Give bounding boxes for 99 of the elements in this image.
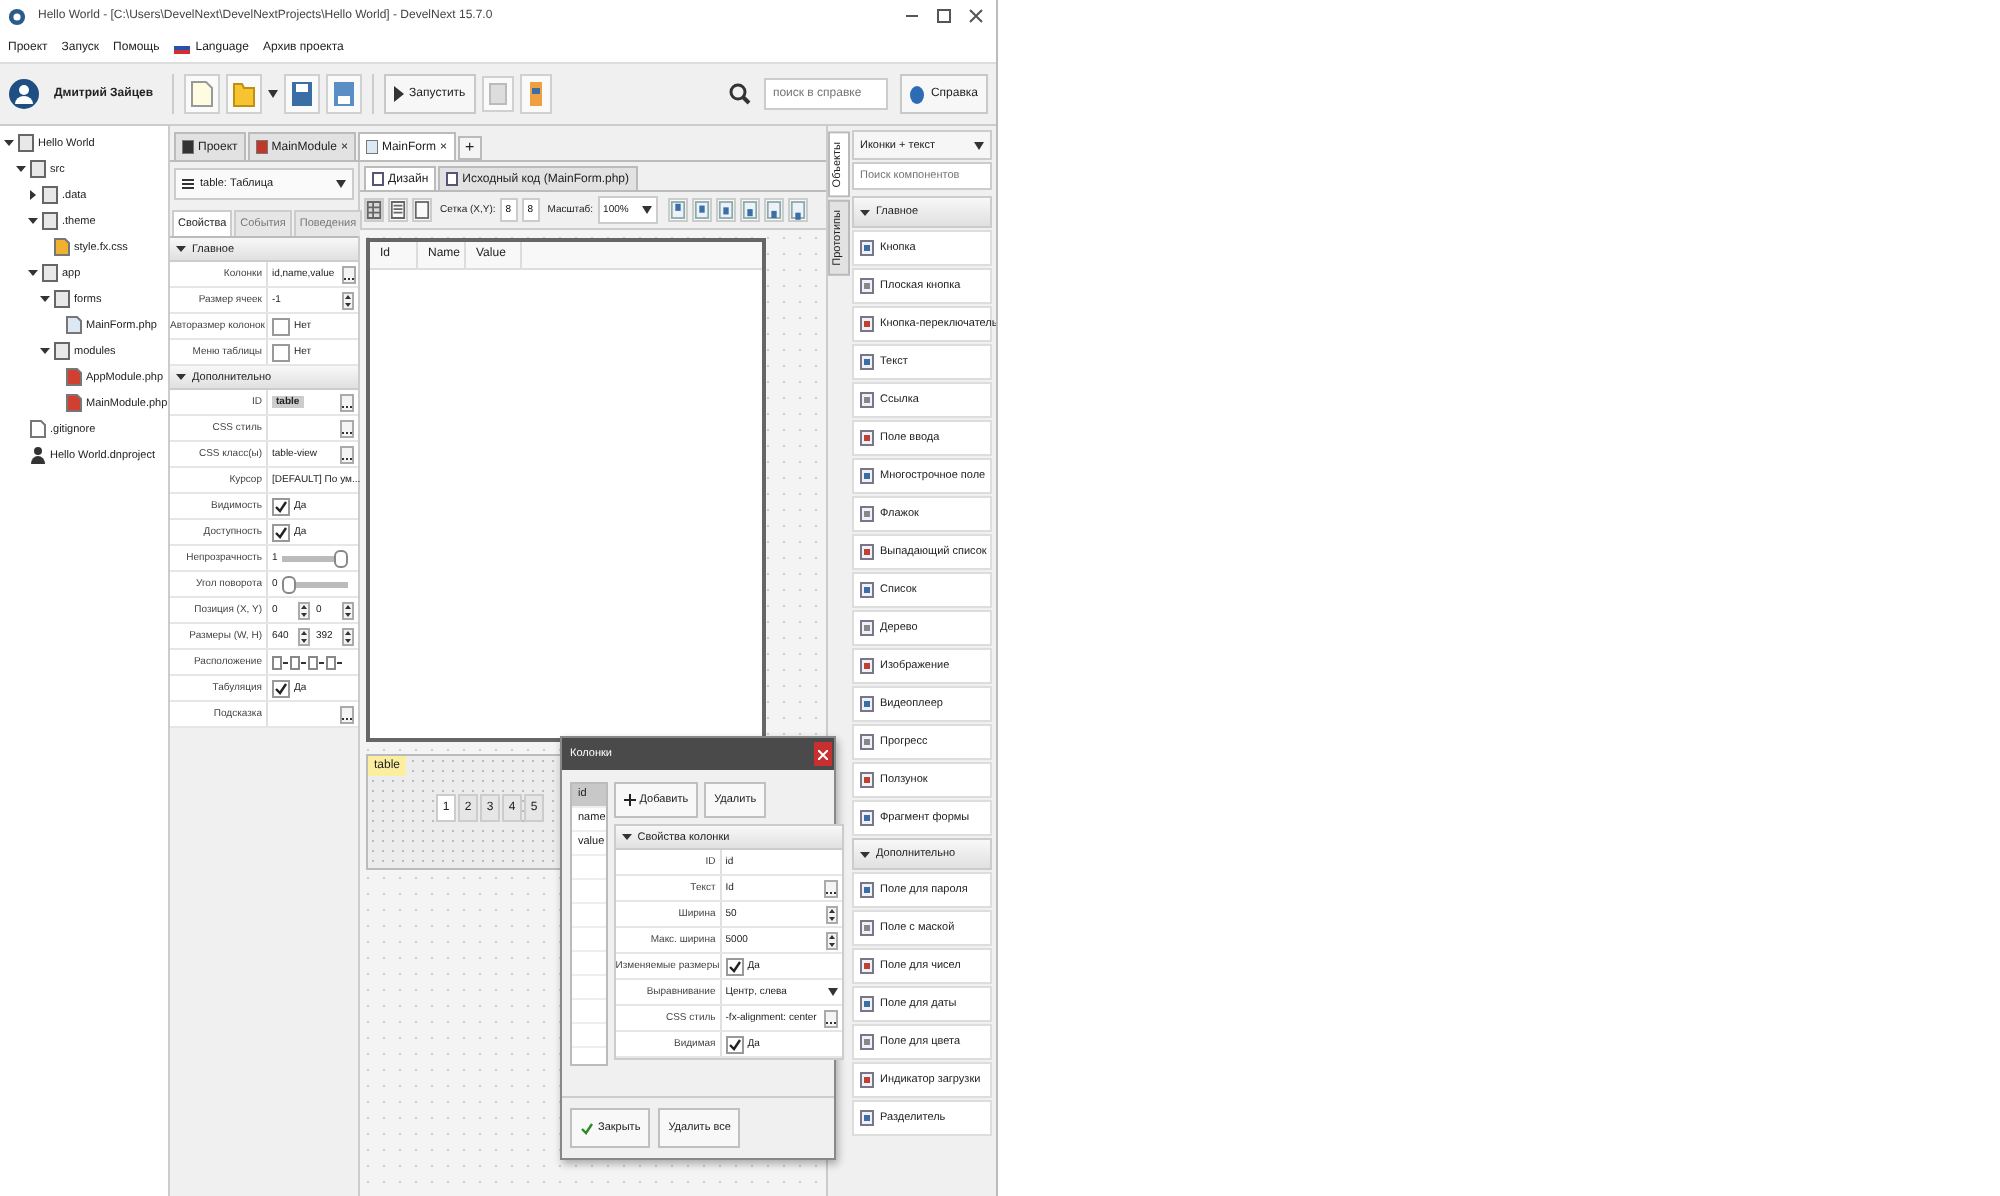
add-tab-button[interactable]: + — [457, 136, 483, 160]
component-icon — [860, 1072, 874, 1088]
person-icon — [30, 446, 46, 464]
slider-track[interactable] — [281, 575, 348, 593]
component-icon — [860, 882, 874, 898]
file-icon — [54, 238, 70, 256]
frame-icon[interactable] — [412, 198, 432, 222]
slider-thumb[interactable] — [334, 549, 348, 567]
expand-arrow-icon[interactable] — [28, 190, 38, 200]
component-icon — [860, 810, 874, 826]
caret-icon — [974, 141, 984, 149]
expand-arrow-icon — [621, 832, 632, 842]
spinner-icon[interactable] — [826, 905, 839, 923]
component-icon — [860, 544, 874, 560]
save-all-icon[interactable] — [325, 74, 362, 114]
spinner-icon[interactable] — [342, 627, 354, 645]
avatar-icon — [8, 78, 40, 110]
checkbox[interactable] — [272, 679, 290, 697]
ellipsis-button[interactable] — [340, 419, 354, 437]
slider-track[interactable] — [281, 549, 348, 567]
spinner-icon[interactable] — [298, 627, 310, 645]
check-icon — [727, 1037, 742, 1051]
spinner-icon[interactable] — [298, 601, 310, 619]
tab-icon — [365, 140, 378, 154]
component-icon — [860, 506, 874, 522]
check-icon — [274, 681, 288, 695]
spinner-icon[interactable] — [342, 601, 354, 619]
checkbox[interactable] — [272, 523, 290, 541]
ellipsis-button[interactable] — [824, 879, 839, 897]
expand-arrow-icon[interactable] — [40, 294, 50, 304]
ellipsis-button[interactable] — [342, 265, 357, 283]
component-icon — [860, 696, 874, 712]
expand-arrow-icon[interactable] — [40, 346, 50, 356]
component-icon — [860, 734, 874, 750]
expand-arrow-icon[interactable] — [16, 164, 26, 174]
align-icon[interactable] — [787, 198, 808, 222]
close-icon — [818, 749, 828, 759]
checkbox[interactable] — [272, 343, 290, 361]
component-icon — [860, 240, 874, 256]
slider-thumb[interactable] — [281, 575, 296, 593]
component-icon — [860, 772, 874, 788]
document-icon — [372, 172, 384, 186]
maximize-icon[interactable] — [936, 8, 952, 24]
ellipsis-button[interactable] — [340, 705, 354, 723]
component-icon — [860, 658, 874, 674]
component-icon — [860, 430, 874, 446]
check-icon — [580, 1121, 594, 1135]
folder-icon — [54, 342, 70, 360]
expand-arrow-icon[interactable] — [4, 138, 14, 148]
component-icon — [860, 468, 874, 484]
align-icon[interactable] — [739, 198, 760, 222]
dialog-close-button[interactable] — [814, 742, 832, 766]
check-icon — [727, 959, 742, 973]
anchor-icons[interactable] — [272, 655, 344, 669]
checkbox[interactable] — [272, 497, 290, 515]
expand-arrow-icon[interactable] — [28, 268, 38, 278]
ellipsis-button[interactable] — [824, 1009, 839, 1027]
spinner-icon[interactable] — [342, 291, 354, 309]
list-icon[interactable] — [388, 198, 408, 222]
checkbox[interactable] — [725, 1035, 744, 1053]
play-icon — [393, 86, 404, 102]
tab-icon — [255, 140, 268, 154]
file-icon — [66, 316, 82, 334]
align-icon[interactable] — [715, 198, 736, 222]
component-icon — [860, 620, 874, 636]
component-icon — [860, 1110, 874, 1126]
file-icon — [30, 420, 46, 438]
checkbox[interactable] — [725, 957, 744, 975]
expand-arrow-icon[interactable] — [28, 216, 38, 226]
save-icon[interactable] — [283, 74, 320, 114]
component-icon — [860, 996, 874, 1012]
flag-icon — [173, 41, 190, 53]
component-icon — [860, 920, 874, 936]
grid-icon[interactable] — [364, 198, 384, 222]
component-icon — [860, 278, 874, 294]
checkbox[interactable] — [272, 317, 290, 335]
component-icon — [860, 582, 874, 598]
component-icon — [860, 958, 874, 974]
align-icon[interactable] — [763, 198, 784, 222]
caret-icon — [336, 180, 346, 188]
component-icon — [860, 354, 874, 370]
new-file-icon[interactable] — [183, 74, 220, 114]
spinner-icon[interactable] — [826, 931, 839, 949]
document-icon — [446, 172, 459, 186]
caret-icon[interactable] — [828, 988, 839, 996]
ellipsis-button[interactable] — [340, 445, 354, 463]
align-icon[interactable] — [691, 198, 712, 222]
plus-icon — [623, 794, 636, 806]
caret-icon — [641, 206, 652, 214]
close-icon[interactable] — [968, 8, 984, 24]
ellipsis-button[interactable] — [340, 393, 354, 411]
component-icon — [860, 316, 874, 332]
caret-icon[interactable] — [267, 90, 278, 98]
menu-icon — [182, 178, 194, 190]
component-icon — [860, 1034, 874, 1050]
align-icon[interactable] — [667, 198, 688, 222]
app-logo-icon — [8, 7, 26, 25]
component-icon — [860, 392, 874, 408]
tab-icon — [182, 140, 194, 154]
